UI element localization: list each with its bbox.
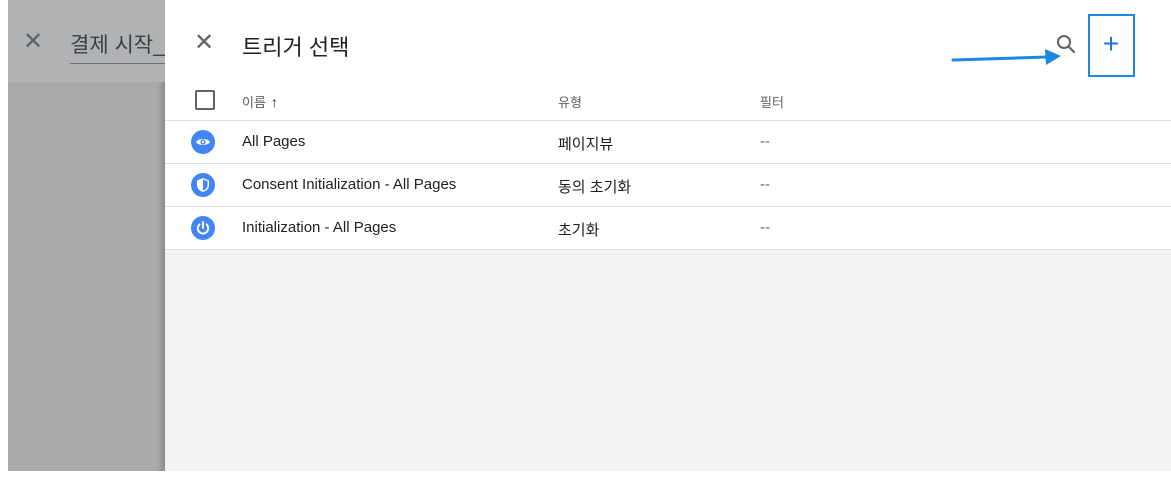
sort-arrow-up-icon: ↑ [270,94,278,110]
background-header: ✕ 결제 시작_ [8,0,165,82]
trigger-filter: -- [760,219,770,236]
annotation-arrow [951,49,1061,65]
trigger-table: 이름 ↑ 유형 필터 All Pages 페이지뷰 -- Consent Ini… [165,80,1171,250]
trigger-filter: -- [760,176,770,193]
close-icon[interactable]: ✕ [193,31,215,55]
background-panel: ✕ 결제 시작_ [8,0,165,471]
table-row[interactable]: Consent Initialization - All Pages 동의 초기… [165,164,1171,207]
column-header-filter[interactable]: 필터 [760,92,784,111]
column-header-name-label: 이름 [242,95,266,110]
power-icon [191,216,215,240]
trigger-filter: -- [760,133,770,150]
trigger-type: 동의 초기화 [558,179,632,196]
close-icon: ✕ [22,28,44,55]
trigger-name: All Pages [242,133,306,150]
select-all-checkbox[interactable] [195,90,215,110]
trigger-select-drawer: ✕ 트리거 선택 + 이름 ↑ 유형 필터 All Pages 페이지뷰 -- … [165,0,1171,471]
table-row[interactable]: Initialization - All Pages 초기화 -- [165,207,1171,249]
search-icon[interactable] [1055,33,1077,55]
background-title: 결제 시작_ [70,29,165,64]
shield-icon [191,173,215,197]
add-trigger-button[interactable]: + [1099,28,1123,62]
drawer-header: ✕ 트리거 선택 + [165,0,1171,80]
drawer-shadow [157,82,165,471]
column-header-type[interactable]: 유형 [558,92,582,111]
table-header: 이름 ↑ 유형 필터 [165,80,1171,121]
trigger-name: Consent Initialization - All Pages [242,176,457,193]
column-header-name[interactable]: 이름 ↑ [242,92,278,111]
trigger-type: 페이지뷰 [558,136,614,153]
table-row[interactable]: All Pages 페이지뷰 -- [165,121,1171,164]
drawer-title: 트리거 선택 [242,35,350,60]
trigger-type: 초기화 [558,222,600,239]
eye-icon [191,130,215,154]
trigger-name: Initialization - All Pages [242,219,397,236]
